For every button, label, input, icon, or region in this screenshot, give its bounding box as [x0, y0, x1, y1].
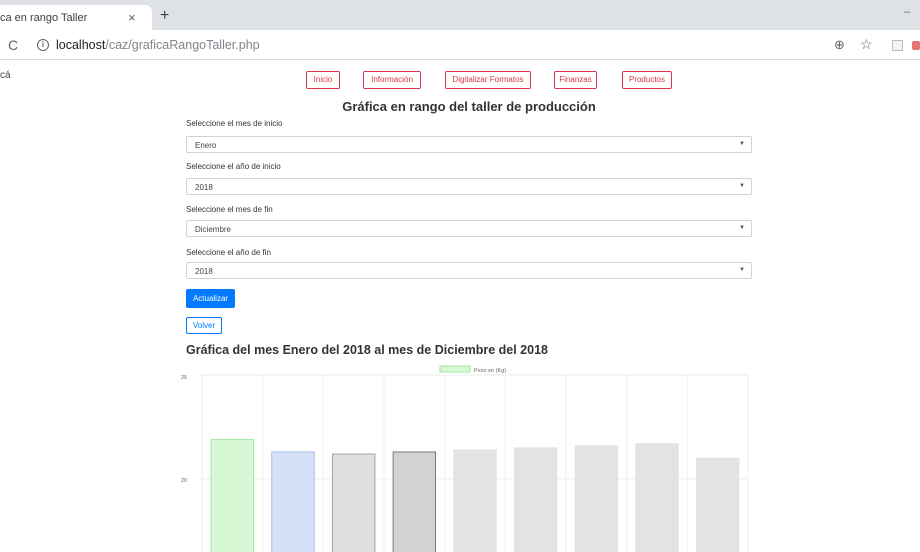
- chart-bar: [392, 451, 437, 552]
- zoom-icon[interactable]: ⊕: [834, 37, 845, 53]
- chart-bar: [453, 449, 497, 552]
- extension-icon-2[interactable]: [912, 41, 920, 50]
- page-title: Gráfica en rango del taller de producció…: [342, 99, 596, 114]
- end-year-select[interactable]: 2018 ▼: [186, 262, 752, 279]
- nav-finanzas-button[interactable]: Finanzas: [554, 71, 597, 89]
- nav-productos-button[interactable]: Productos: [622, 71, 672, 89]
- start-year-select[interactable]: 2018 ▼: [186, 178, 752, 195]
- start-year-value: 2018: [195, 183, 213, 192]
- chart-bar: [513, 447, 558, 552]
- extension-icon[interactable]: [892, 40, 903, 51]
- info-icon[interactable]: i: [37, 39, 49, 51]
- chart-bar: [210, 439, 255, 552]
- url-field[interactable]: localhost/caz/graficaRangoTaller.php: [56, 38, 260, 52]
- start-month-label: Seleccione el mes de inicio: [186, 119, 283, 128]
- end-month-select[interactable]: Diciembre ▼: [186, 220, 752, 237]
- end-year-value: 2018: [195, 267, 213, 276]
- url-host: localhost: [56, 38, 106, 52]
- back-button[interactable]: Volver: [186, 317, 222, 334]
- update-button[interactable]: Actualizar: [186, 289, 235, 308]
- y-tick-label-bottom: 20: [181, 478, 187, 484]
- chart-bar: [574, 445, 619, 552]
- end-year-label: Seleccione el año de fin: [186, 248, 271, 257]
- start-month-value: Enero: [195, 141, 217, 150]
- reload-icon[interactable]: C: [8, 37, 18, 53]
- dropdown-arrow-icon: ▼: [739, 141, 745, 147]
- legend-label: Peso en (Kg): [474, 368, 506, 374]
- dropdown-arrow-icon: ▼: [739, 183, 745, 189]
- close-icon[interactable]: ×: [128, 10, 136, 25]
- end-month-label: Seleccione el mes de fin: [186, 205, 273, 214]
- minimize-icon[interactable]: –: [904, 6, 910, 18]
- dropdown-arrow-icon: ▼: [739, 225, 745, 231]
- tab-title: ca en rango Taller: [0, 12, 88, 24]
- chart-bar: [635, 443, 679, 552]
- browser-tab-bar: ca en rango Taller × + –: [0, 0, 920, 30]
- start-month-select[interactable]: Enero ▼: [186, 136, 752, 153]
- chart-bar: [271, 451, 315, 552]
- y-tick-label-top: 25: [181, 375, 187, 381]
- chart-bar: [331, 453, 376, 552]
- side-text: cá: [0, 70, 11, 81]
- dropdown-arrow-icon: ▼: [739, 267, 745, 273]
- end-month-value: Diciembre: [195, 225, 232, 234]
- address-bar: C i localhost/caz/graficaRangoTaller.php…: [0, 30, 920, 60]
- nav-inicio-button[interactable]: Inicio: [306, 71, 340, 89]
- browser-tab[interactable]: ca en rango Taller ×: [0, 5, 152, 30]
- nav-digitalizar-formatos-button[interactable]: Digitalizar Formatos: [445, 71, 531, 89]
- chart-bar: [695, 457, 740, 552]
- legend-swatch: [439, 365, 471, 373]
- chart-title: Gráfica del mes Enero del 2018 al mes de…: [186, 343, 548, 357]
- start-year-label: Seleccione el año de inicio: [186, 162, 281, 171]
- url-path: /caz/graficaRangoTaller.php: [105, 38, 260, 52]
- bookmark-star-icon[interactable]: ☆: [860, 36, 873, 53]
- bar-chart: Peso en (Kg) 25 20: [181, 365, 749, 552]
- nav-informacion-button[interactable]: Información: [363, 71, 421, 89]
- new-tab-icon[interactable]: +: [160, 7, 169, 25]
